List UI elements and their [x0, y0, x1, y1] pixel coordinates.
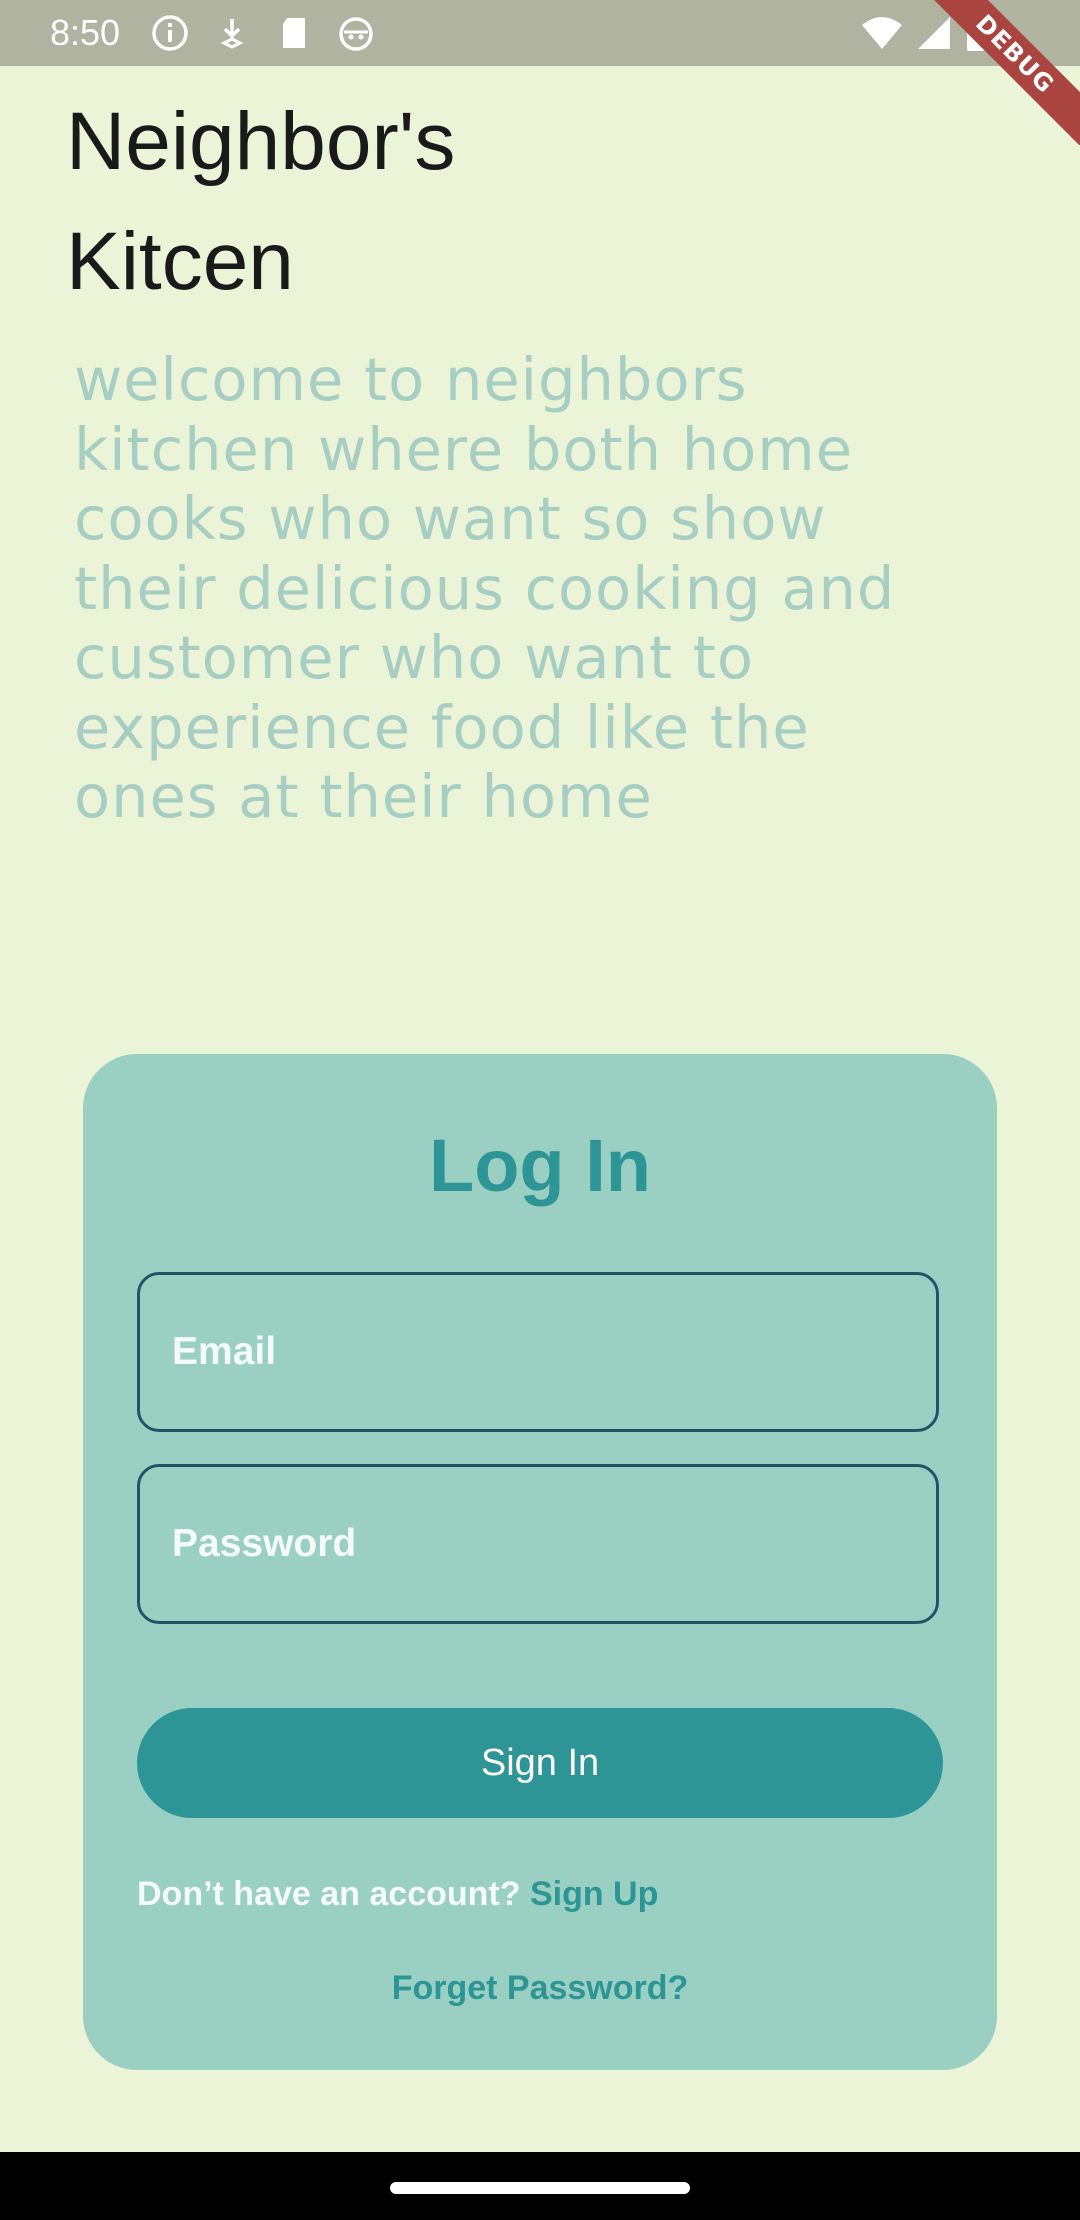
sign-in-button[interactable]: Sign In [137, 1708, 943, 1818]
email-field[interactable] [140, 1275, 936, 1429]
welcome-text: welcome to neighbors kitchen where both … [74, 345, 896, 831]
password-field-box [137, 1464, 939, 1624]
forget-password-link[interactable]: Forget Password? [83, 1966, 997, 2010]
login-card: Log In Sign In Don’t have an account? Si… [83, 1054, 997, 2070]
signup-row: Don’t have an account? Sign Up [137, 1872, 658, 1916]
email-field-box [137, 1272, 939, 1432]
password-field[interactable] [140, 1467, 936, 1621]
app-title: Neighbor's Kitcen [66, 96, 456, 307]
sd-card-icon [283, 18, 305, 48]
download-icon [220, 19, 244, 49]
status-bar: 8:50 [0, 0, 1080, 66]
debug-banner: DEBUG [920, 0, 1080, 160]
info-icon [152, 15, 188, 51]
signup-prompt: Don’t have an account? [137, 1875, 521, 1913]
sign-up-link[interactable]: Sign Up [530, 1875, 658, 1913]
system-nav-bar [0, 2152, 1080, 2220]
status-time: 8:50 [50, 12, 121, 53]
wifi-icon [862, 17, 902, 49]
login-heading: Log In [429, 1124, 651, 1207]
home-gesture-handle[interactable] [390, 2182, 690, 2194]
debug-ribbon: DEBUG [923, 0, 1080, 146]
android-face-icon [339, 17, 373, 51]
